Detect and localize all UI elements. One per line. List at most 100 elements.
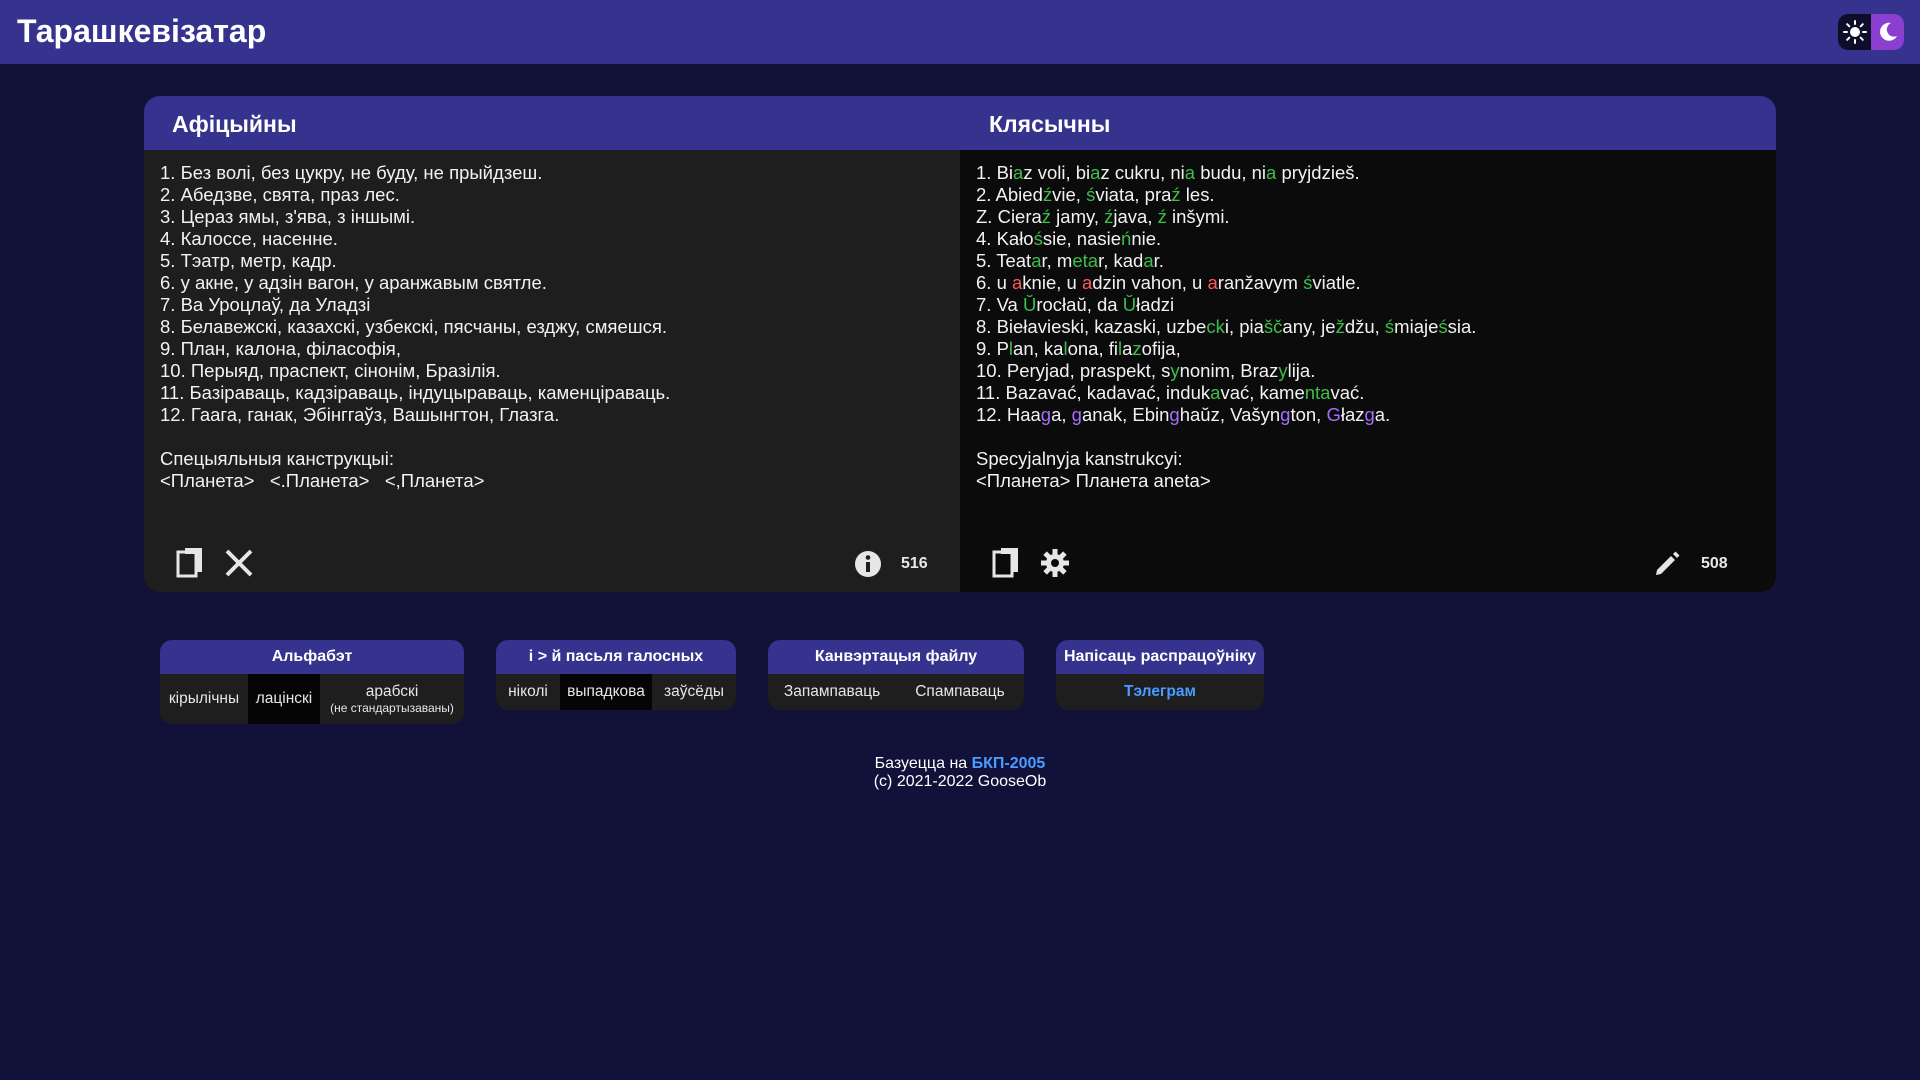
classic-text-line: 6. u aknie, u adzin vahon, u aranžavym ś… bbox=[976, 272, 1476, 294]
highlighted-fragment: a bbox=[1266, 162, 1277, 183]
settings-gear-icon[interactable] bbox=[1040, 548, 1070, 583]
text-fragment: 11. Bazavać, kadavać, induk bbox=[976, 382, 1211, 403]
alphabet-cyrillic-button[interactable]: кірылічны bbox=[160, 674, 248, 724]
bkp-link[interactable]: БКП-2005 bbox=[972, 755, 1046, 772]
official-text-line: 1. Без волі, без цукру, не буду, не прый… bbox=[160, 162, 543, 183]
i-to-j-title: і > й пасьля галосных bbox=[496, 640, 736, 674]
classic-text-line: 5. Teatar, metar, kadar. bbox=[976, 250, 1476, 272]
text-fragment: 1. Bi bbox=[976, 162, 1014, 183]
text-fragment: vać, kame bbox=[1220, 382, 1305, 403]
panel-header: Афіцыйны Клясычны bbox=[144, 96, 1776, 150]
highlighted-fragment: ś bbox=[1438, 316, 1448, 337]
official-title: Афіцыйны bbox=[172, 111, 297, 137]
classic-text-line: 7. Va Ŭrocłaŭ, da Ŭładzi bbox=[976, 294, 1476, 316]
classic-char-count: 508 bbox=[1701, 555, 1728, 572]
text-fragment: džu, bbox=[1344, 316, 1385, 337]
text-fragment: łaz bbox=[1340, 404, 1365, 425]
copy-icon[interactable] bbox=[992, 546, 1022, 585]
highlighted-fragment: g bbox=[1071, 404, 1082, 425]
info-icon[interactable] bbox=[854, 550, 882, 583]
official-text-line: 3. Цераз ямы, з'ява, з іншымі. bbox=[160, 206, 416, 227]
highlighted-fragment: G bbox=[1326, 404, 1341, 425]
alphabet-latin-button[interactable]: лацінскі bbox=[248, 674, 320, 724]
text-fragment: ona, fi bbox=[1067, 338, 1118, 359]
classic-text-area[interactable]: 1. Biaz voli, biaz cukru, nia budu, nia … bbox=[960, 150, 1776, 592]
alphabet-arabic-button[interactable]: арабскі (не стандартызаваны) bbox=[320, 674, 464, 724]
official-text-line bbox=[160, 426, 670, 448]
text-fragment: budu, ni bbox=[1195, 162, 1267, 183]
text-fragment: vie, bbox=[1052, 184, 1087, 205]
official-text-line: 7. Ва Уроцлаў, да Уладзі bbox=[160, 294, 371, 315]
highlighted-fragment: šč bbox=[1263, 316, 1283, 337]
contact-title: Напісаць распрацоўніку bbox=[1056, 640, 1264, 674]
converter-panel: Афіцыйны Клясычны 1. Без волі, без цукру… bbox=[144, 96, 1776, 592]
text-fragment: a, bbox=[1051, 404, 1072, 425]
highlighted-fragment: ź bbox=[1171, 184, 1181, 205]
highlighted-fragment: a bbox=[1090, 162, 1101, 183]
text-fragment: r, kad bbox=[1098, 250, 1144, 271]
official-text-line: 6. у акне, у адзін вагон, у аранжавым св… bbox=[160, 272, 547, 293]
highlighted-fragment: Ŭ bbox=[1022, 294, 1037, 315]
alphabet-arabic-label: арабскі bbox=[365, 683, 419, 700]
contact-developer: Напісаць распрацоўніку Тэлеграм bbox=[1056, 640, 1264, 710]
text-fragment: ton, bbox=[1290, 404, 1327, 425]
text-fragment: z voli, bi bbox=[1023, 162, 1091, 183]
highlighted-fragment: ź bbox=[1042, 184, 1053, 205]
moon-icon[interactable] bbox=[1871, 14, 1904, 50]
highlighted-fragment: g bbox=[1040, 404, 1052, 425]
edit-pencil-icon[interactable] bbox=[1653, 550, 1681, 583]
sun-icon[interactable] bbox=[1838, 14, 1871, 50]
official-char-count: 516 bbox=[901, 555, 928, 572]
official-text[interactable]: 1. Без волі, без цукру, не буду, не прый… bbox=[160, 162, 670, 492]
classic-text-line: 1. Biaz voli, biaz cukru, nia budu, nia … bbox=[976, 162, 1476, 184]
text-fragment: 6. u bbox=[976, 272, 1012, 293]
text-fragment: r, m bbox=[1041, 250, 1073, 271]
highlighted-fragment: a bbox=[1081, 272, 1093, 293]
text-fragment: miaje bbox=[1394, 316, 1439, 337]
highlighted-fragment: a bbox=[1031, 250, 1042, 271]
text-fragment: <Планета> Планета aneta> bbox=[976, 470, 1211, 491]
text-fragment: viatle. bbox=[1312, 272, 1361, 293]
clear-icon[interactable] bbox=[224, 548, 254, 583]
classic-text-line: 9. Plan, kalona, filazofija, bbox=[976, 338, 1476, 360]
i-to-j-never-button[interactable]: ніколі bbox=[496, 674, 560, 710]
text-fragment: knie, u bbox=[1022, 272, 1082, 293]
download-button[interactable]: Спампаваць bbox=[896, 674, 1024, 710]
highlighted-fragment: ž bbox=[1335, 316, 1345, 337]
text-fragment: lija. bbox=[1287, 360, 1316, 381]
text-fragment: ofija, bbox=[1141, 338, 1181, 359]
text-fragment: nie. bbox=[1131, 228, 1162, 249]
highlighted-fragment: y bbox=[1170, 360, 1180, 381]
highlighted-fragment: ś bbox=[1384, 316, 1395, 337]
highlighted-fragment: ś bbox=[1086, 184, 1096, 205]
text-fragment: a bbox=[1122, 338, 1133, 359]
footer-based-on-text: Базуецца на bbox=[874, 755, 968, 772]
text-fragment: Specyjalnyja kanstrukcyi: bbox=[976, 448, 1183, 469]
footer-based-on: Базуецца на БКП-2005 bbox=[0, 755, 1920, 773]
highlighted-fragment: g bbox=[1364, 404, 1375, 425]
text-fragment: a. bbox=[1374, 404, 1391, 425]
official-text-line: <Планета> <.Планета> <,Планета> bbox=[160, 470, 485, 491]
copy-icon[interactable] bbox=[176, 546, 206, 585]
text-fragment: les. bbox=[1180, 184, 1215, 205]
official-text-line: 9. План, калона, філасофія, bbox=[160, 338, 401, 359]
i-to-j-random-button[interactable]: выпадкова bbox=[560, 674, 652, 710]
i-to-j-always-button[interactable]: заўсёды bbox=[652, 674, 736, 710]
theme-toggle[interactable] bbox=[1838, 14, 1904, 50]
official-text-line: 10. Перыяд, праспект, сінонім, Бразілія. bbox=[160, 360, 501, 381]
text-fragment: anak, Ebin bbox=[1081, 404, 1170, 425]
classic-text-line: Specyjalnyja kanstrukcyi: bbox=[976, 448, 1476, 470]
upload-button[interactable]: Запампаваць bbox=[768, 674, 896, 710]
classic-text-line: 12. Haaga, ganak, Ebinghaŭz, Vašyngton, … bbox=[976, 404, 1476, 426]
official-text-area[interactable]: 1. Без волі, без цукру, не буду, не прый… bbox=[144, 150, 960, 592]
text-fragment: 5. Teat bbox=[976, 250, 1032, 271]
highlighted-fragment: g bbox=[1169, 404, 1180, 425]
text-fragment: pryjdzieš. bbox=[1276, 162, 1360, 183]
highlighted-fragment: ś bbox=[1303, 272, 1313, 293]
telegram-link[interactable]: Тэлеграм bbox=[1056, 674, 1264, 710]
text-fragment: r. bbox=[1153, 250, 1164, 271]
text-fragment: nonim, Braz bbox=[1179, 360, 1279, 381]
highlighted-fragment: Ŭ bbox=[1122, 294, 1137, 315]
classic-text[interactable]: 1. Biaz voli, biaz cukru, nia budu, nia … bbox=[976, 162, 1476, 492]
top-bar: Тарашкевізатар bbox=[0, 0, 1920, 64]
